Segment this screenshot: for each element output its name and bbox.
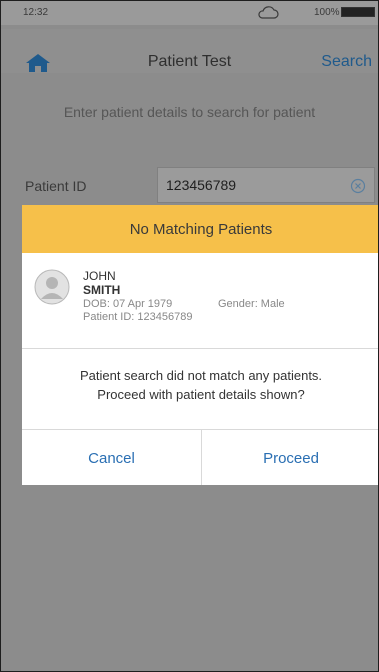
avatar-icon xyxy=(34,269,70,305)
status-time: 12:32 xyxy=(23,7,49,18)
dialog-title: No Matching Patients xyxy=(129,221,273,238)
patient-id-value: 123456789 xyxy=(166,177,237,193)
dialog-message: Patient search did not match any patient… xyxy=(22,366,378,404)
cloud-icon xyxy=(258,6,279,19)
patient-id-detail: Patient ID: 123456789 xyxy=(83,311,193,323)
cancel-button[interactable]: Cancel xyxy=(22,430,202,485)
dialog-message-line2: Proceed with patient details shown? xyxy=(97,387,305,402)
no-match-dialog: No Matching Patients JOHN SMITH DOB: 07 … xyxy=(22,205,378,485)
patient-last-name: SMITH xyxy=(83,283,121,297)
search-instructions: Enter patient details to search for pati… xyxy=(63,104,316,120)
battery-icon xyxy=(341,7,375,17)
patient-card: JOHN SMITH DOB: 07 Apr 1979 Gender: Male… xyxy=(22,253,378,349)
patient-id-input[interactable]: 123456789 xyxy=(157,167,375,203)
clear-icon[interactable] xyxy=(350,178,366,194)
status-bar: 12:32 100% xyxy=(1,1,378,25)
battery-percent: 100% xyxy=(314,7,340,18)
app-screen: 12:32 100% Patient Test Search Enter pat… xyxy=(0,0,379,672)
dialog-message-line1: Patient search did not match any patient… xyxy=(79,368,323,383)
patient-first-name: JOHN xyxy=(83,269,116,283)
dialog-actions: Cancel Proceed xyxy=(22,429,378,485)
search-button[interactable]: Search xyxy=(321,53,372,71)
patient-dob: DOB: 07 Apr 1979 xyxy=(83,298,173,310)
patient-id-label: Patient ID xyxy=(25,178,87,194)
proceed-button[interactable]: Proceed xyxy=(202,430,378,485)
patient-gender: Gender: Male xyxy=(218,298,285,310)
dialog-header: No Matching Patients xyxy=(22,205,378,253)
